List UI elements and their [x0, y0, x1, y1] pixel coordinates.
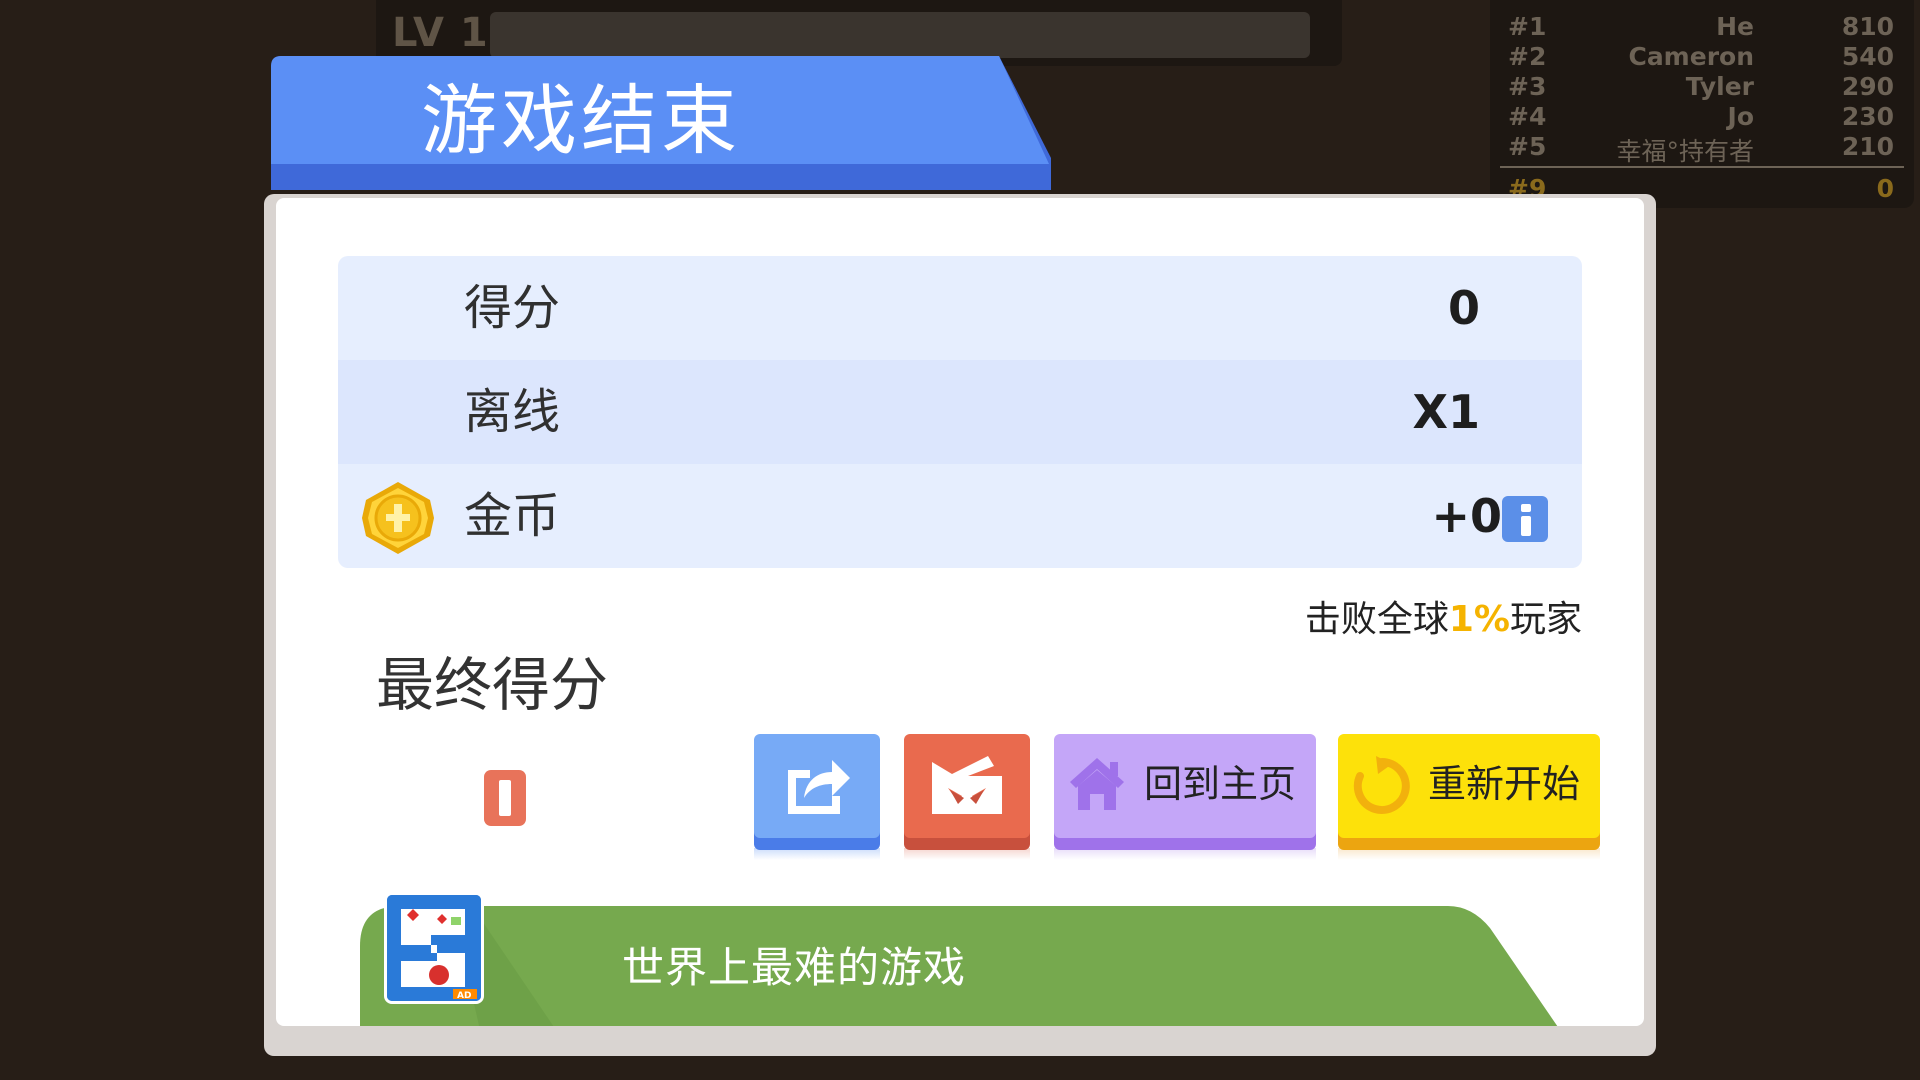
- leaderboard-score: 230: [1841, 102, 1894, 131]
- game-over-dialog: 得分 0 离线 X1 金币 +0 击败全球1%玩家 最终得分 0: [276, 198, 1644, 1026]
- home-icon: [1070, 758, 1124, 810]
- stat-row-coins: 金币 +0: [338, 464, 1582, 568]
- leaderboard-row: #1 He 810: [1490, 12, 1914, 42]
- leaderboard-rank: #1: [1508, 12, 1547, 41]
- leaderboard-rank: #5: [1508, 132, 1547, 161]
- leaderboard-name: Tyler: [1685, 72, 1754, 101]
- leaderboard-score: 210: [1841, 132, 1894, 161]
- leaderboard-name: Jo: [1727, 102, 1754, 131]
- coin-icon: [362, 482, 434, 554]
- stat-label: 金币: [464, 488, 561, 544]
- xp-progress-bar: [490, 12, 1310, 58]
- video-reward-icon: [932, 756, 1002, 814]
- leaderboard-name: He: [1716, 12, 1754, 41]
- defeat-rank-text: 击败全球1%玩家: [1305, 590, 1582, 642]
- leaderboard-score: 540: [1841, 42, 1894, 71]
- stat-value: +0: [1431, 489, 1502, 543]
- info-icon[interactable]: [1502, 496, 1548, 542]
- leaderboard-score: 810: [1841, 12, 1894, 41]
- restart-button-label: 重新开始: [1428, 762, 1581, 806]
- stat-value: X1: [1412, 385, 1480, 439]
- stat-row-offline: 离线 X1: [338, 360, 1582, 464]
- leaderboard-rank: #4: [1508, 102, 1547, 131]
- defeat-prefix: 击败全球: [1304, 599, 1449, 640]
- leaderboard-row: #2 Cameron 540: [1490, 42, 1914, 72]
- leaderboard-name: Cameron: [1628, 42, 1754, 71]
- share-icon: [788, 760, 850, 814]
- share-button[interactable]: [754, 734, 880, 860]
- dialog-title: 游戏结束: [421, 76, 741, 165]
- leaderboard-score: 290: [1841, 72, 1894, 101]
- level-label: LV 1: [392, 10, 489, 56]
- restart-icon: [1353, 756, 1410, 814]
- stat-label: 得分: [464, 280, 561, 336]
- ad-banner[interactable]: AD 世界上最难的游戏: [360, 892, 1560, 1026]
- leaderboard: #1 He 810 #2 Cameron 540 #3 Tyler 290 #4…: [1490, 0, 1914, 208]
- final-score-digit: 0: [499, 780, 511, 816]
- leaderboard-self-score: 0: [1876, 174, 1894, 203]
- defeat-suffix: 玩家: [1509, 599, 1582, 640]
- defeat-percent: 1%: [1448, 599, 1510, 640]
- final-score-value: 0: [484, 770, 526, 826]
- leaderboard-row: #5 幸福°持有者 210: [1490, 132, 1914, 166]
- stat-value: 0: [1447, 281, 1480, 335]
- ad-game-title: 世界上最难的游戏: [622, 943, 967, 992]
- leaderboard-divider: [1500, 166, 1904, 168]
- restart-button[interactable]: 重新开始: [1338, 734, 1600, 860]
- stat-row-score: 得分 0: [338, 256, 1582, 360]
- final-score-label: 最终得分: [376, 651, 609, 719]
- leaderboard-name: 幸福°持有者: [1616, 137, 1754, 166]
- leaderboard-rank: #2: [1508, 42, 1547, 71]
- home-button-label: 回到主页: [1144, 762, 1297, 806]
- ad-game-thumbnail: AD: [384, 892, 484, 1004]
- leaderboard-row: #3 Tyler 290: [1490, 72, 1914, 102]
- video-reward-button[interactable]: [904, 734, 1030, 860]
- leaderboard-rank: #3: [1508, 72, 1547, 101]
- home-button[interactable]: 回到主页: [1054, 734, 1316, 860]
- leaderboard-row: #4 Jo 230: [1490, 102, 1914, 132]
- title-banner: 游戏结束: [271, 56, 1051, 190]
- ad-badge: AD: [457, 991, 471, 1001]
- stat-label: 离线: [464, 384, 561, 440]
